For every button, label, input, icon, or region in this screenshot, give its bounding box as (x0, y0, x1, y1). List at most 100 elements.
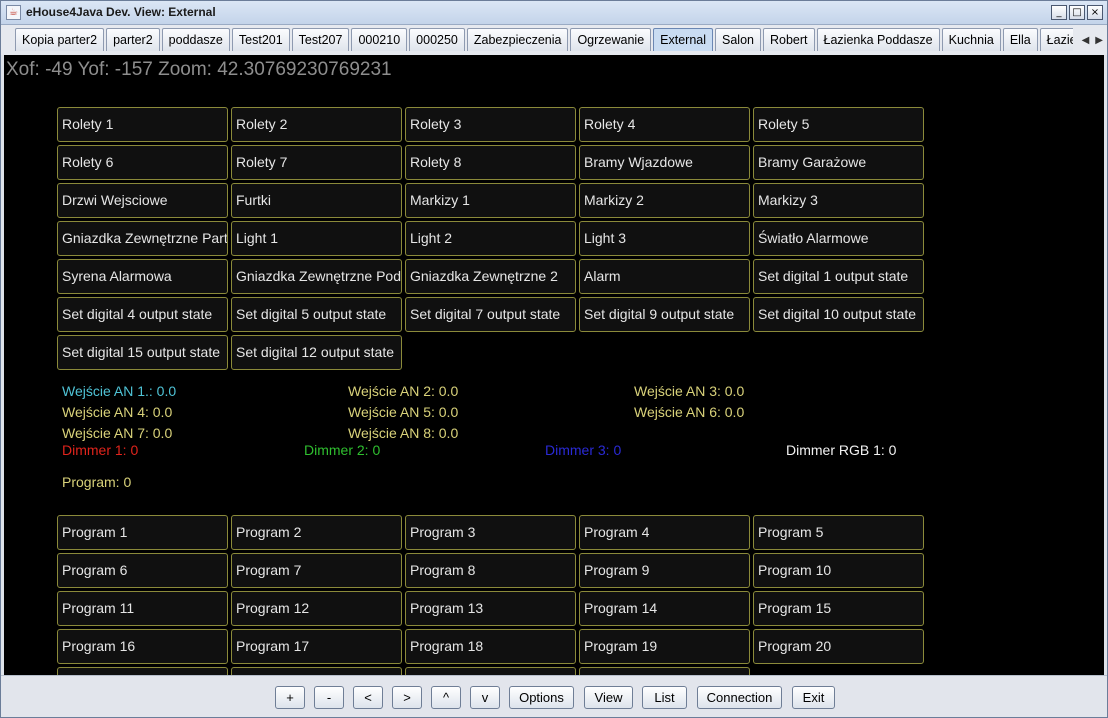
list-button[interactable]: List (642, 686, 687, 709)
tab-10[interactable]: Salon (715, 28, 761, 51)
program-button[interactable]: Program 12 (231, 591, 402, 626)
output-button[interactable]: Set digital 1 output state (753, 259, 924, 294)
program-button[interactable]: Program 3 (405, 515, 576, 550)
program-button[interactable]: Program 1 (57, 515, 228, 550)
output-button[interactable]: Set digital 10 output state (753, 297, 924, 332)
program-button[interactable]: Program 17 (231, 629, 402, 664)
output-button[interactable]: Rolety 7 (231, 145, 402, 180)
output-button[interactable]: Rolety 1 (57, 107, 228, 142)
output-button[interactable]: Światło Alarmowe (753, 221, 924, 256)
program-button[interactable]: Program 13 (405, 591, 576, 626)
tab-12[interactable]: Łazienka Poddasze (816, 28, 940, 51)
tab-1[interactable]: parter2 (106, 28, 160, 51)
output-button[interactable]: Set digital 12 output state (231, 335, 402, 370)
program-button[interactable]: Program 2 (231, 515, 402, 550)
program-button[interactable]: Program 4 (579, 515, 750, 550)
tab-11[interactable]: Robert (763, 28, 815, 51)
output-button[interactable]: Set digital 15 output state (57, 335, 228, 370)
output-button[interactable]: Light 1 (231, 221, 402, 256)
tab-scroll-right-icon[interactable]: ▶ (1095, 35, 1103, 46)
tab-0[interactable]: Kopia parter2 (15, 28, 105, 51)
output-button[interactable]: Markizy 1 (405, 183, 576, 218)
output-button[interactable]: Rolety 5 (753, 107, 924, 142)
minimize-button[interactable]: _ (1051, 5, 1067, 20)
program-button[interactable]: Program 18 (405, 629, 576, 664)
tab-5[interactable]: 000210 (351, 28, 408, 51)
tab-3[interactable]: Test201 (231, 28, 290, 51)
program-button[interactable] (231, 667, 402, 675)
maximize-button[interactable]: □ (1069, 5, 1085, 20)
output-button[interactable]: Gniazdka Zewnętrzne Poddasze (231, 259, 402, 294)
pan-down-button[interactable]: v (470, 686, 500, 709)
program-button[interactable]: Program 16 (57, 629, 228, 664)
tab-15[interactable]: Łazie (1039, 28, 1073, 51)
analog-input-8: Wejście AN 8: 0.0 (348, 425, 459, 441)
tab-scroll-arrows: ◀ ▶ (1082, 35, 1103, 46)
title-bar: ☕ eHouse4Java Dev. View: External _ □ × (1, 1, 1107, 25)
output-button[interactable]: Markizy 3 (753, 183, 924, 218)
tab-7[interactable]: Zabezpieczenia (466, 28, 569, 51)
output-button[interactable]: Set digital 5 output state (231, 297, 402, 332)
program-button[interactable] (579, 667, 750, 675)
tab-4[interactable]: Test207 (291, 28, 350, 51)
output-button[interactable]: Rolety 6 (57, 145, 228, 180)
output-button[interactable]: Alarm (579, 259, 750, 294)
output-button[interactable]: Light 2 (405, 221, 576, 256)
program-button[interactable]: Program 19 (579, 629, 750, 664)
tab-9[interactable]: External (653, 28, 714, 51)
options-button[interactable]: Options (509, 686, 574, 709)
output-button[interactable]: Bramy Garażowe (753, 145, 924, 180)
program-button[interactable]: Program 5 (753, 515, 924, 550)
tab-2[interactable]: poddasze (161, 28, 230, 51)
output-button[interactable]: Syrena Alarmowa (57, 259, 228, 294)
output-button[interactable]: Set digital 4 output state (57, 297, 228, 332)
program-button[interactable]: Program 6 (57, 553, 228, 588)
program-button[interactable]: Program 14 (579, 591, 750, 626)
program-button[interactable] (405, 667, 576, 675)
output-button[interactable]: Rolety 8 (405, 145, 576, 180)
output-button[interactable]: Bramy Wjazdowe (579, 145, 750, 180)
output-button[interactable]: Light 3 (579, 221, 750, 256)
exit-button[interactable]: Exit (792, 686, 835, 709)
program-button[interactable]: Program 11 (57, 591, 228, 626)
program-button[interactable]: Program 15 (753, 591, 924, 626)
window-controls: _ □ × (1051, 5, 1103, 20)
output-button[interactable]: Rolety 2 (231, 107, 402, 142)
output-button[interactable]: Set digital 7 output state (405, 297, 576, 332)
pan-up-button[interactable]: ^ (431, 686, 461, 709)
tab-scroll-left-icon[interactable]: ◀ (1082, 35, 1090, 46)
tab-6[interactable]: 000250 (409, 28, 465, 51)
pan-left-button[interactable]: < (353, 686, 383, 709)
output-button[interactable]: Drzwi Wejsciowe (57, 183, 228, 218)
app-window: ☕ eHouse4Java Dev. View: External _ □ × … (0, 0, 1108, 718)
program-button[interactable]: Program 7 (231, 553, 402, 588)
connection-button[interactable]: Connection (697, 686, 782, 709)
output-button[interactable]: Markizy 2 (579, 183, 750, 218)
view-canvas: Xof: -49 Yof: -157 Zoom: 42.307692307692… (4, 55, 1104, 675)
program-button[interactable]: Program 10 (753, 553, 924, 588)
view-button[interactable]: View (584, 686, 633, 709)
window-title: eHouse4Java Dev. View: External (26, 5, 216, 19)
analog-input-6: Wejście AN 6: 0.0 (634, 404, 745, 420)
tab-8[interactable]: Ogrzewanie (570, 28, 652, 51)
tab-14[interactable]: Ella (1002, 28, 1038, 51)
output-button[interactable]: Gniazdka Zewnętrzne 2 (405, 259, 576, 294)
program-button[interactable]: Program 8 (405, 553, 576, 588)
analog-input-1: Wejście AN 1.: 0.0 (62, 383, 177, 399)
program-button[interactable] (57, 667, 228, 675)
output-button[interactable]: Rolety 4 (579, 107, 750, 142)
output-button[interactable]: Set digital 9 output state (579, 297, 750, 332)
output-button[interactable]: Gniazdka Zewnętrzne Parter (57, 221, 228, 256)
zoom-in-button[interactable]: + (275, 686, 305, 709)
output-button[interactable]: Rolety 3 (405, 107, 576, 142)
close-button[interactable]: × (1087, 5, 1103, 20)
output-buttons-grid: Rolety 1 Rolety 2 Rolety 3 Rolety 4 Rolety 5… (57, 107, 924, 370)
output-button[interactable]: Furtki (231, 183, 402, 218)
tab-13[interactable]: Kuchnia (941, 28, 1001, 51)
program-button[interactable]: Program 9 (579, 553, 750, 588)
program-button[interactable]: Program 20 (753, 629, 924, 664)
dimmer-3: Dimmer 3: 0 (545, 442, 622, 458)
pan-right-button[interactable]: > (392, 686, 422, 709)
zoom-out-button[interactable]: - (314, 686, 344, 709)
program-buttons-grid: Program 1 Program 2 Program 3 Program 4 Prog… (57, 515, 924, 675)
